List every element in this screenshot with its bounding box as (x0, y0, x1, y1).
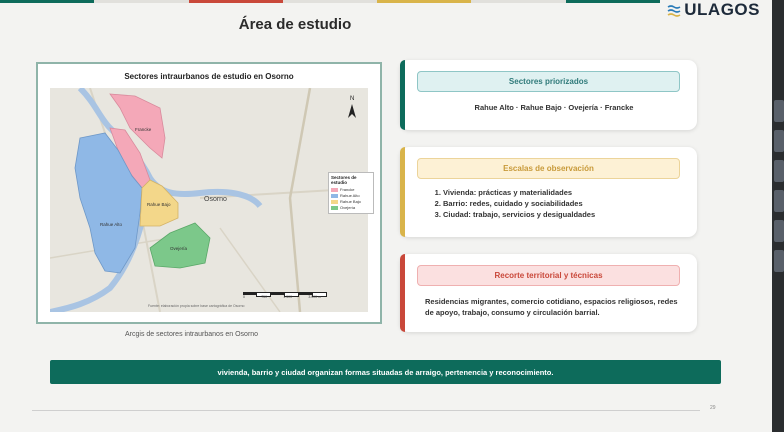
label-osorno: Osorno (204, 196, 227, 203)
label-ovejeria: Ovejería (170, 246, 188, 251)
page-number: 29 (710, 405, 716, 411)
side-thumbnail[interactable] (774, 100, 784, 122)
scale-label: 750 (261, 295, 268, 299)
bar-segment (282, 0, 378, 3)
top-color-bar (0, 0, 660, 3)
scale-labels: 0 750 1.500 3.000 m (243, 295, 321, 299)
legend-swatch (331, 187, 338, 192)
map-source: Fuente: elaboración propia sobre base ca… (148, 304, 245, 308)
osorno-map: Francke Rahue Alto Rahue Bajo Ovejería O… (50, 88, 368, 312)
bar-segment (0, 0, 95, 3)
list-item: Barrio: redes, cuidado y sociabilidades (443, 198, 683, 209)
logo-text: ULAGOS (684, 0, 760, 19)
legend-label: Francke (340, 187, 355, 192)
label-francke: Francke (135, 127, 152, 132)
map-frame: Sectores intraurbanos de estudio en Osor… (36, 62, 382, 324)
label-rahue-bajo: Rahue Bajo (147, 202, 171, 207)
card-text: Rahue Alto · Rahue Bajo · Ovejería · Fra… (474, 103, 634, 112)
card-escalas: Escalas de observación Vivienda: práctic… (400, 147, 697, 237)
map-legend: Sectores de estudio Francke Rahue Alto R… (328, 172, 374, 214)
footer-divider (32, 410, 700, 411)
bar-segment (188, 0, 283, 3)
waves-icon (667, 5, 681, 17)
card-accent (400, 60, 405, 130)
slide: Área de estudio ULAGOS Sectores intraurb… (0, 0, 772, 432)
legend-label: Ovejería (340, 205, 356, 210)
card-recorte: Recorte territorial y técnicas Residenci… (400, 254, 697, 332)
bar-segment (565, 0, 660, 3)
side-thumbnail[interactable] (774, 160, 784, 182)
legend-row: Ovejería (331, 205, 371, 210)
scale-label: 0 (243, 295, 245, 299)
legend-swatch (331, 199, 338, 204)
bar-segment (94, 0, 189, 3)
list-item: Vivienda: prácticas y materialidades (443, 187, 683, 198)
bar-segment (377, 0, 472, 3)
card-sectores-priorizados: Sectores priorizados Rahue Alto · Rahue … (400, 60, 697, 130)
side-thumbnail[interactable] (774, 220, 784, 242)
card-accent (400, 147, 405, 237)
list-item: Ciudad: trabajo, servicios y desigualdad… (443, 209, 683, 220)
legend-label: Rahue Bajo (340, 199, 361, 204)
card-heading: Recorte territorial y técnicas (417, 265, 680, 286)
map-title: Sectores intraurbanos de estudio en Osor… (124, 72, 294, 81)
side-panel-strip (772, 0, 784, 432)
side-thumbnail[interactable] (774, 130, 784, 152)
scale-bar: 0 750 1.500 3.000 m (243, 292, 327, 299)
label-rahue-alto: Rahue Alto (100, 222, 123, 227)
map-caption: Arcgis de sectores intraurbanos en Osorn… (125, 331, 259, 338)
legend-label: Rahue Alto (340, 193, 360, 198)
scale-label: 3.000 m (308, 295, 321, 299)
ulagos-logo: ULAGOS (667, 0, 760, 20)
legend-swatch (331, 205, 338, 210)
card-list: Vivienda: prácticas y materialidades Bar… (425, 187, 683, 220)
north-label: N (350, 96, 354, 102)
bar-segment (471, 0, 566, 3)
legend-row: Rahue Bajo (331, 199, 371, 204)
summary-banner: vivienda, barrio y ciudad organizan form… (50, 360, 721, 384)
legend-title: Sectores de estudio (331, 175, 357, 185)
legend-row: Rahue Alto (331, 193, 371, 198)
card-accent (400, 254, 405, 332)
slide-title: Área de estudio (238, 16, 352, 33)
card-heading: Escalas de observación (417, 158, 680, 179)
scale-label: 1.500 (283, 295, 293, 299)
side-thumbnail[interactable] (774, 250, 784, 272)
legend-swatch (331, 193, 338, 198)
legend-row: Francke (331, 187, 371, 192)
card-heading: Sectores priorizados (417, 71, 680, 92)
side-thumbnail[interactable] (774, 190, 784, 212)
card-text: Residencias migrantes, comercio cotidian… (425, 297, 678, 317)
